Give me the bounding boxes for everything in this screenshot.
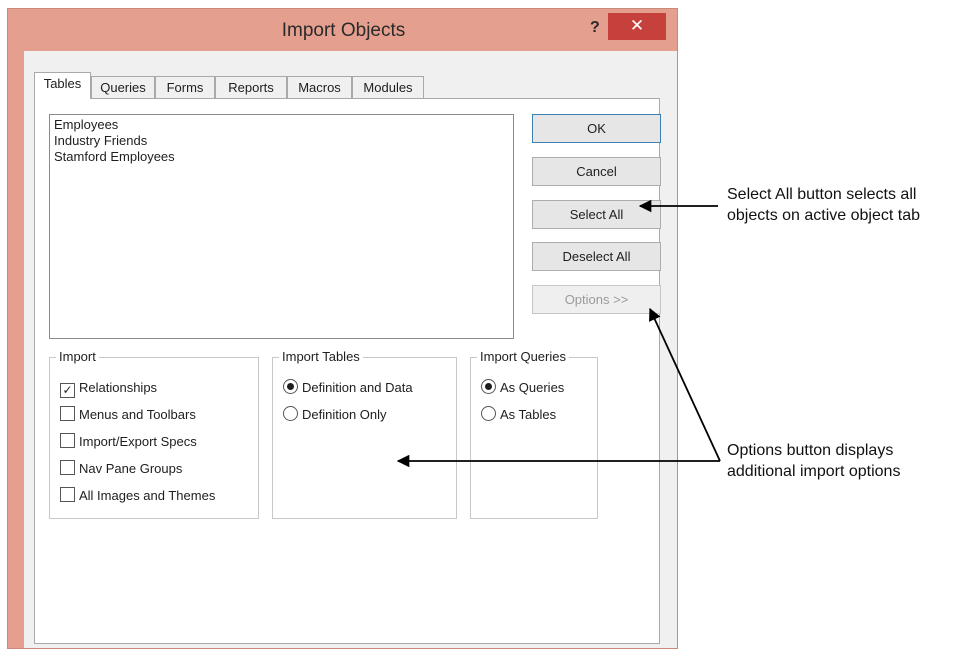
- tab-tables[interactable]: Tables: [34, 72, 91, 99]
- options-arrow: [649, 307, 721, 462]
- options-annotation: Options button displays additional impor…: [727, 440, 900, 482]
- annotation-line: Select All button selects all: [727, 186, 917, 203]
- annotation-line: additional import options: [727, 463, 901, 480]
- annotation-line: objects on active object tab: [727, 207, 921, 224]
- select-all-annotation: Select All button selects all objects on…: [727, 184, 920, 226]
- annotation-line: Options button displays: [727, 442, 894, 459]
- callout-arrows: [396, 199, 721, 468]
